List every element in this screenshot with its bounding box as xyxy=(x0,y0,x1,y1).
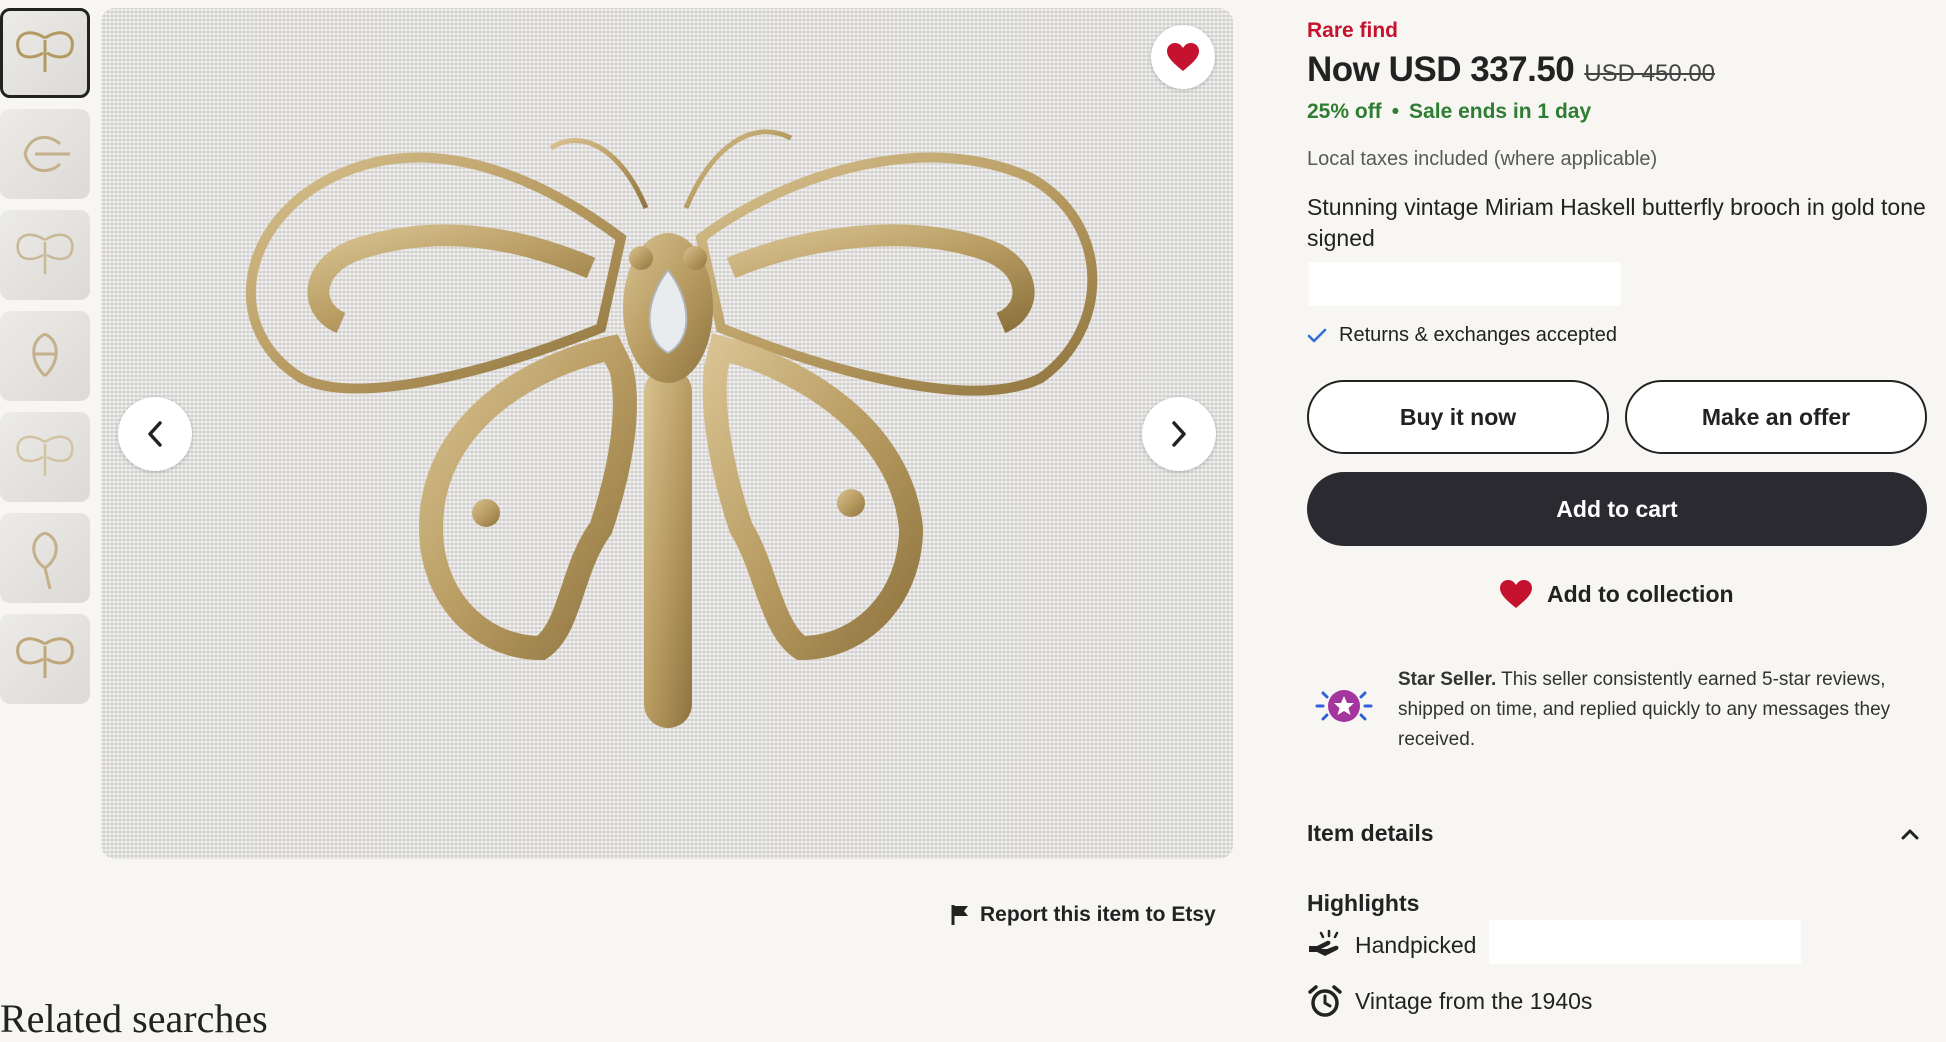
tax-note: Local taxes included (where applicable) xyxy=(1307,148,1658,170)
previous-image-button[interactable] xyxy=(118,397,192,471)
price-row: Now USD 337.50 USD 450.00 xyxy=(1307,50,1715,90)
chevron-right-icon xyxy=(1172,421,1186,447)
chevron-up-icon xyxy=(1901,829,1919,839)
related-searches-heading: Related searches xyxy=(0,996,268,1041)
highlights-heading: Highlights xyxy=(1307,890,1420,916)
item-details-toggle[interactable]: Item details xyxy=(1307,820,1919,847)
highlight-handpicked: Handpicked xyxy=(1307,928,1476,962)
butterfly-brooch-image xyxy=(245,129,1098,728)
discount-label: 25% off xyxy=(1307,100,1382,123)
add-to-collection-label: Add to collection xyxy=(1547,580,1734,607)
add-to-cart-button[interactable]: Add to cart xyxy=(1307,472,1927,546)
redacted-region xyxy=(1489,920,1801,964)
brooch-thumbnail-icon xyxy=(16,637,74,678)
thumbnail-strip xyxy=(0,8,92,715)
thumbnail-5[interactable] xyxy=(0,412,90,502)
sale-separator: • xyxy=(1391,100,1400,123)
heart-icon xyxy=(1167,43,1199,71)
thumbnail-7[interactable] xyxy=(0,614,90,704)
current-price: Now USD 337.50 xyxy=(1307,50,1575,89)
flag-icon xyxy=(951,905,968,925)
thumbnail-4[interactable] xyxy=(0,311,90,401)
favorite-button[interactable] xyxy=(1151,25,1215,89)
hand-sparkle-icon xyxy=(1309,929,1339,956)
make-offer-button[interactable]: Make an offer xyxy=(1625,380,1927,454)
thumbnail-1[interactable] xyxy=(0,8,90,98)
brooch-thumbnail-icon xyxy=(16,435,74,476)
highlight-vintage: Vintage from the 1940s xyxy=(1307,984,1592,1018)
brooch-thumbnail-icon xyxy=(16,31,74,72)
brooch-thumbnail-icon xyxy=(32,332,58,378)
thumbnail-6[interactable] xyxy=(0,513,90,603)
heart-icon xyxy=(1500,580,1532,608)
alarm-clock-icon xyxy=(1308,985,1342,1017)
brooch-thumbnail-icon xyxy=(16,233,74,274)
product-image[interactable] xyxy=(101,8,1233,859)
add-to-collection-button[interactable]: Add to collection xyxy=(1499,579,1734,609)
report-item-link[interactable]: Report this item to Etsy xyxy=(950,903,1216,927)
returns-info: Returns & exchanges accepted xyxy=(1307,324,1617,347)
checkmark-icon xyxy=(1307,328,1327,342)
sale-info: 25% off • Sale ends in 1 day xyxy=(1307,100,1591,124)
report-label: Report this item to Etsy xyxy=(980,903,1216,926)
chevron-left-icon xyxy=(148,421,162,447)
next-image-button[interactable] xyxy=(1142,397,1216,471)
buy-it-now-button[interactable]: Buy it now xyxy=(1307,380,1609,454)
sale-ends-label: Sale ends in 1 day xyxy=(1409,100,1592,123)
listing-title: Stunning vintage Miriam Haskell butterfl… xyxy=(1307,194,1926,251)
handpicked-label: Handpicked xyxy=(1355,931,1477,958)
thumbnail-3[interactable] xyxy=(0,210,90,300)
item-details-label: Item details xyxy=(1307,820,1434,846)
rare-find-label: Rare find xyxy=(1307,19,1399,42)
vintage-label: Vintage from the 1940s xyxy=(1355,987,1593,1014)
brooch-thumbnail-icon xyxy=(32,531,58,590)
star-seller-text: Star Seller. This seller consistently ea… xyxy=(1398,665,1918,755)
returns-label: Returns & exchanges accepted xyxy=(1339,324,1617,346)
original-price: USD 450.00 xyxy=(1584,60,1716,87)
thumbnail-2[interactable] xyxy=(0,109,90,199)
redacted-region xyxy=(1309,262,1621,306)
star-badge-icon xyxy=(1315,690,1373,722)
star-seller-label: Star Seller. xyxy=(1398,669,1497,690)
brooch-thumbnail-icon xyxy=(23,135,70,173)
